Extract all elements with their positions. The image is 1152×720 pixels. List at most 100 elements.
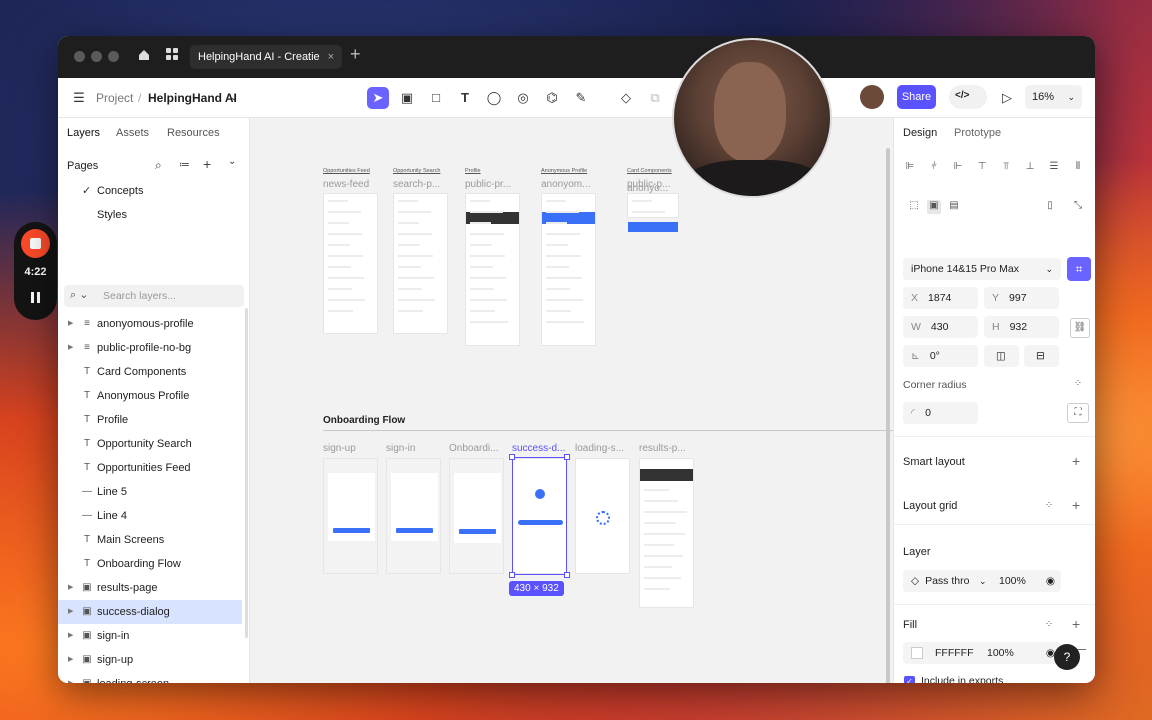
add-smart-layout-icon[interactable]: + [1072,453,1080,469]
screen-frame[interactable] [639,458,694,608]
orientation-icon[interactable]: ▯ [1043,200,1057,214]
align-left-icon[interactable]: ⊫ [903,161,917,175]
fill-color-field[interactable]: FFFFFF 100% ◉ [903,642,1061,664]
device-preset-dropdown[interactable]: iPhone 14&15 Pro Max ⌄ [903,258,1061,280]
align-center-v-icon[interactable]: ⫪ [999,161,1013,175]
comment-tool-icon[interactable]: ◯ [483,87,505,109]
y-position-field[interactable]: Y 997 [984,287,1059,309]
stop-recording-button[interactable] [21,229,50,258]
layer-row-onboarding-flow[interactable]: T Onboarding Flow [58,552,242,576]
width-field[interactable]: W 430 [903,316,978,338]
expand-arrow-icon[interactable]: ▶ [68,624,73,648]
apps-grid-icon[interactable] [163,48,181,66]
new-tab-button[interactable]: + [350,44,361,65]
maximize-window-button[interactable] [108,51,119,62]
distribute-h-icon[interactable]: ⫴ [1071,161,1085,175]
expand-arrow-icon[interactable]: ▶ [68,648,73,672]
file-tab[interactable]: HelpingHand AI - Creatie × [190,45,342,69]
expand-arrow-icon[interactable]: ▶ [68,600,73,624]
fill-opacity-value[interactable]: 100% [987,642,1014,664]
pen-tool-icon[interactable]: ⌬ [541,87,563,109]
layer-row-results-page[interactable]: ▶ ▣ results-page [58,576,242,600]
resize-handle[interactable] [509,454,515,460]
breadcrumb-project[interactable]: Project [96,91,133,105]
breadcrumb-file-name[interactable]: HelpingHand AI [148,91,237,105]
screen-frame[interactable] [323,458,378,574]
play-icon[interactable]: ▷ [996,87,1018,109]
rotation-field[interactable]: ⊾ 0° [903,345,978,367]
dev-mode-toggle[interactable]: </> [949,85,987,109]
screen-frame[interactable] [323,193,378,334]
fill-styles-icon[interactable]: ⁘ [1042,619,1056,633]
canvas-vertical-scrollbar[interactable] [886,148,890,683]
text-tool-icon[interactable]: T [454,87,476,109]
corner-expand-icon[interactable]: ⛶ [1067,403,1089,423]
layer-row-sign-up[interactable]: ▶ ▣ sign-up [58,648,242,672]
chevron-down-icon[interactable]: ⌄ [230,92,238,103]
layout-icon[interactable]: ▤ [947,200,961,214]
layer-row-anonymous-profile[interactable]: T Anonymous Profile [58,384,242,408]
corner-radius-field[interactable]: ◜ 0 [903,402,978,424]
layer-row-loading-screen[interactable]: ▶ ▣ loading-screen [58,672,242,683]
grid-styles-icon[interactable]: ⁘ [1042,500,1056,514]
layer-row-opportunity-search[interactable]: T Opportunity Search [58,432,242,456]
main-menu-icon[interactable]: ☰ [68,87,90,109]
device-frame-icon[interactable]: ▣ [927,200,941,214]
screen-frame[interactable] [541,193,596,346]
layer-row-line-4[interactable]: — Line 4 [58,504,242,528]
pause-button[interactable] [29,291,43,305]
distribute-v-icon[interactable]: ☰ [1047,161,1061,175]
layer-row-line-5[interactable]: — Line 5 [58,480,242,504]
expand-arrow-icon[interactable]: ▶ [68,336,73,360]
independent-corners-icon[interactable]: ⁘ [1071,378,1085,392]
layer-row-opportunities-feed[interactable]: T Opportunities Feed [58,456,242,480]
minimize-window-button[interactable] [91,51,102,62]
pencil-tool-icon[interactable]: ✎ [570,87,592,109]
layer-row-sign-in[interactable]: ▶ ▣ sign-in [58,624,242,648]
layer-row-profile[interactable]: T Profile [58,408,242,432]
auto-fit-button[interactable]: ⌗ [1067,257,1091,281]
layer-opacity-value[interactable]: 100% [999,570,1026,592]
layer-row-main-screens[interactable]: T Main Screens [58,528,242,552]
flip-horizontal-icon[interactable]: ◫ [984,345,1019,367]
close-tab-icon[interactable]: × [328,45,334,69]
home-icon[interactable] [135,48,153,66]
tab-design[interactable]: Design [903,127,937,139]
share-button[interactable]: Share [897,85,936,109]
frame-tool-icon[interactable]: ▣ [396,87,418,109]
screen-frame[interactable] [449,458,504,574]
flip-vertical-icon[interactable]: ⊟ [1024,345,1059,367]
zoom-dropdown[interactable]: 16% ⌄ [1025,85,1082,109]
fit-icon[interactable]: ⤡ [1071,200,1085,214]
include-exports-checkbox[interactable]: ✓ [904,676,915,683]
layer-row-public-profile-no-bg[interactable]: ▶ ≡ public-profile-no-bg [58,336,242,360]
layer-row-card-components[interactable]: T Card Components [58,360,242,384]
selection-box[interactable] [512,457,567,575]
x-position-field[interactable]: X 1874 [903,287,978,309]
height-field[interactable]: H 932 [984,316,1059,338]
layer-row-anonyomous-profile[interactable]: ▶ ≡ anonyomous-profile [58,312,242,336]
resize-handle[interactable] [509,572,515,578]
align-center-h-icon[interactable]: ⫩ [927,161,941,175]
ai-tool-icon[interactable]: ◎ [512,87,534,109]
screen-frame[interactable] [575,458,630,574]
resize-handle[interactable] [564,572,570,578]
layers-scrollbar[interactable] [245,308,248,638]
expand-arrow-icon[interactable]: ▶ [68,672,73,683]
screen-frame[interactable] [393,193,448,334]
add-fill-icon[interactable]: + [1072,616,1080,632]
visibility-eye-icon[interactable]: ◉ [1046,570,1055,592]
help-button[interactable]: ? [1054,644,1080,670]
screen-frame[interactable] [465,193,520,346]
avatar[interactable] [860,85,884,109]
constrain-proportions-icon[interactable]: ⛓ [1070,318,1090,338]
frame-type-icon[interactable]: ⬚ [907,200,921,214]
screen-frame[interactable] [386,458,441,574]
close-window-button[interactable] [74,51,85,62]
component-tool-icon[interactable]: ◇ [615,87,637,109]
rectangle-tool-icon[interactable]: □ [425,87,447,109]
expand-arrow-icon[interactable]: ▶ [68,576,73,600]
screen-frame[interactable] [627,193,679,232]
align-right-icon[interactable]: ⊩ [951,161,965,175]
blend-mode-dropdown[interactable]: ◇ Pass thro ⌄ 100% ◉ [903,570,1061,592]
